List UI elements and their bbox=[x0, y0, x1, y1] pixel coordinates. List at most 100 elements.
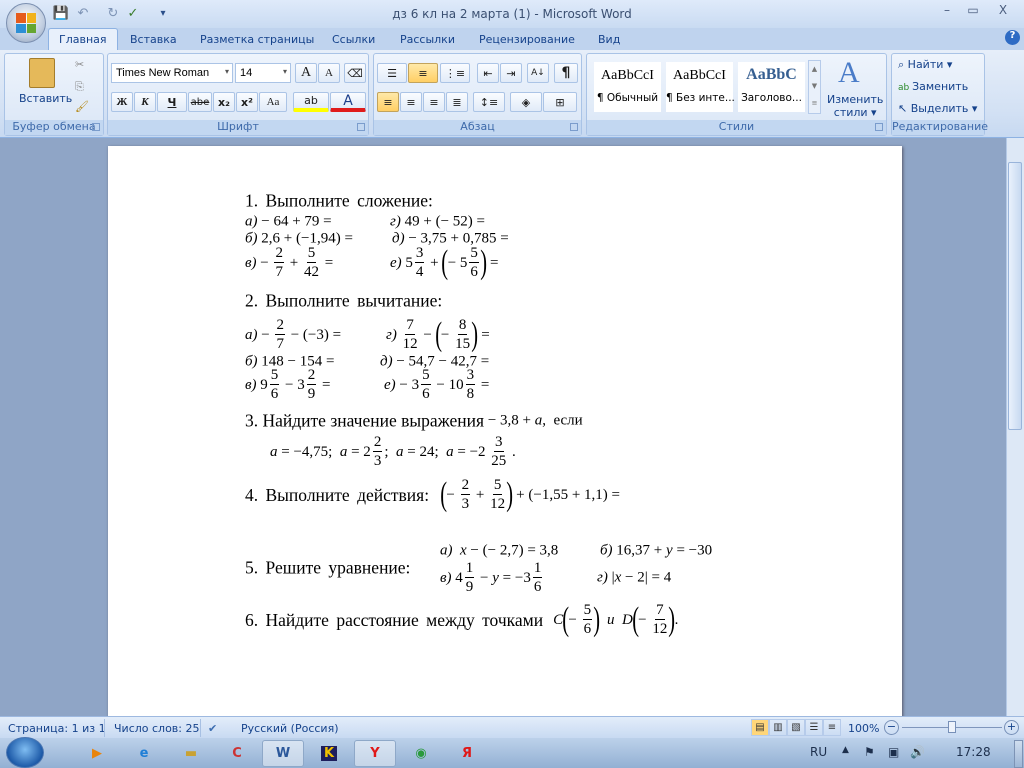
volume-icon[interactable]: 🔊 bbox=[910, 745, 925, 759]
align-right-button[interactable]: ≡ bbox=[423, 92, 445, 112]
fraction: 3 25 bbox=[491, 435, 506, 469]
select-button[interactable]: ↖ Выделить ▾ bbox=[898, 102, 977, 115]
numbering-button[interactable]: ≡ bbox=[408, 63, 438, 83]
math-text: − (−3) = bbox=[286, 326, 342, 343]
clock[interactable]: 17:28 bbox=[956, 745, 991, 759]
borders-button[interactable]: ⊞ bbox=[543, 92, 577, 112]
word-count[interactable]: Число слов: 25 bbox=[114, 722, 200, 735]
math-expression: а) − 64 + 79 = bbox=[245, 214, 332, 231]
justify-button[interactable]: ≣ bbox=[446, 92, 468, 112]
format-painter-icon[interactable]: 🖌 bbox=[75, 100, 89, 113]
align-center-button[interactable]: ≡ bbox=[400, 92, 422, 112]
underline-button[interactable]: Ч bbox=[157, 92, 187, 112]
tab-references[interactable]: Ссылки bbox=[332, 31, 375, 50]
show-formatting-button[interactable]: ¶ bbox=[554, 63, 578, 83]
bullets-button[interactable]: ☰ bbox=[377, 63, 407, 83]
shrink-font-button[interactable]: A bbox=[318, 63, 340, 83]
strikethrough-button[interactable]: abe bbox=[188, 92, 212, 112]
network-icon[interactable]: ▣ bbox=[888, 745, 899, 759]
help-icon[interactable]: ? bbox=[1005, 30, 1020, 45]
media-player-icon[interactable]: ▶ bbox=[76, 740, 118, 767]
internet-explorer-icon[interactable]: e bbox=[123, 740, 165, 767]
chrome-icon[interactable]: ◉ bbox=[400, 740, 442, 767]
font-family-select[interactable]: Times New Roman ▾ bbox=[111, 63, 233, 83]
maximize-button[interactable]: ▭ bbox=[960, 3, 986, 21]
tab-mailings[interactable]: Рассылки bbox=[400, 31, 455, 50]
tab-home[interactable]: Главная bbox=[48, 28, 118, 51]
font-size-select[interactable]: 14 ▾ bbox=[235, 63, 291, 83]
multilevel-list-button[interactable]: ⋮≡ bbox=[440, 63, 470, 83]
ccleaner-icon[interactable]: C bbox=[216, 740, 258, 767]
highlight-button[interactable]: ab bbox=[293, 92, 329, 112]
zoom-level[interactable]: 100% bbox=[848, 722, 879, 735]
dialog-launcher-icon[interactable] bbox=[570, 123, 578, 131]
zoom-slider-thumb[interactable] bbox=[948, 721, 956, 733]
fraction: 34 bbox=[414, 246, 425, 280]
tab-page-layout[interactable]: Разметка страницы bbox=[200, 31, 314, 50]
draft-button[interactable]: ≡ bbox=[823, 719, 841, 736]
math-text: = −3 bbox=[498, 569, 531, 586]
superscript-button[interactable]: x² bbox=[236, 92, 258, 112]
close-button[interactable]: X bbox=[990, 3, 1016, 21]
web-layout-button[interactable]: ▧ bbox=[787, 719, 805, 736]
show-hidden-icons[interactable]: ▲ bbox=[842, 745, 849, 755]
style-heading-1[interactable]: AaBbC Заголово... bbox=[738, 62, 805, 112]
styles-scroll[interactable]: ▲ ▼ ≡ bbox=[808, 60, 821, 114]
paste-button[interactable]: Вставить bbox=[19, 92, 72, 105]
cut-icon[interactable]: ✂ bbox=[75, 58, 84, 71]
sort-button[interactable]: A↓ bbox=[527, 63, 549, 83]
zoom-in-icon[interactable]: + bbox=[1004, 720, 1019, 735]
outline-button[interactable]: ☰ bbox=[805, 719, 823, 736]
font-color-button[interactable]: A bbox=[330, 92, 366, 112]
math-text: 5 bbox=[405, 254, 413, 271]
word-taskbar-icon[interactable]: W bbox=[262, 740, 304, 767]
math-text: . bbox=[508, 443, 516, 460]
input-language[interactable]: RU bbox=[810, 745, 827, 759]
style-no-spacing[interactable]: AaBbCcI ¶ Без инте... bbox=[666, 62, 735, 112]
scrollbar-thumb[interactable] bbox=[1008, 162, 1022, 430]
yandex-browser-icon[interactable]: Y bbox=[354, 740, 396, 767]
style-normal[interactable]: AaBbCcI ¶ Обычный bbox=[594, 62, 661, 112]
tab-view[interactable]: Вид bbox=[598, 31, 620, 50]
document-page[interactable]: 1. Выполните сложение: а) − 64 + 79 = г)… bbox=[108, 146, 902, 716]
explorer-icon[interactable]: ▬ bbox=[170, 740, 212, 767]
decrease-indent-button[interactable]: ⇤ bbox=[477, 63, 499, 83]
bold-button[interactable]: Ж bbox=[111, 92, 133, 112]
minimize-button[interactable]: – bbox=[934, 3, 960, 21]
yandex-icon[interactable]: Я bbox=[446, 740, 488, 767]
show-desktop-button[interactable] bbox=[1014, 740, 1023, 768]
math-italic: г) bbox=[386, 326, 401, 343]
tab-insert[interactable]: Вставка bbox=[130, 31, 177, 50]
full-screen-reading-button[interactable]: ▥ bbox=[769, 719, 787, 736]
action-center-flag-icon[interactable]: ⚑ bbox=[864, 745, 875, 759]
zoom-out-icon[interactable]: − bbox=[884, 720, 899, 735]
dialog-launcher-icon[interactable] bbox=[357, 123, 365, 131]
proofing-icon[interactable]: ✔ bbox=[208, 722, 217, 735]
increase-indent-button[interactable]: ⇥ bbox=[500, 63, 522, 83]
numerator: 7 bbox=[405, 317, 415, 335]
italic-button[interactable]: К bbox=[134, 92, 156, 112]
grow-font-button[interactable]: A bbox=[295, 63, 317, 83]
dialog-launcher-icon[interactable] bbox=[875, 123, 883, 131]
replace-button[interactable]: ab Заменить bbox=[898, 80, 968, 93]
align-left-button[interactable]: ≡ bbox=[377, 92, 399, 112]
tab-review[interactable]: Рецензирование bbox=[479, 31, 575, 50]
page-count[interactable]: Страница: 1 из 1 bbox=[8, 722, 106, 735]
subscript-button[interactable]: x₂ bbox=[213, 92, 235, 112]
shading-button[interactable]: ◈ bbox=[510, 92, 542, 112]
numerator: 5 bbox=[306, 245, 317, 263]
find-button[interactable]: ⌕ Найти ▾ bbox=[898, 58, 952, 72]
line-spacing-button[interactable]: ↕≡ bbox=[473, 92, 505, 112]
change-case-button[interactable]: Aa bbox=[259, 92, 287, 112]
paste-icon[interactable] bbox=[29, 58, 55, 88]
clear-formatting-button[interactable]: ⌫ bbox=[344, 63, 366, 83]
change-styles-button[interactable]: Изменить стили ▾ bbox=[827, 93, 883, 119]
start-button[interactable] bbox=[6, 737, 44, 768]
print-layout-button[interactable]: ▤ bbox=[751, 719, 769, 736]
office-button[interactable] bbox=[6, 3, 46, 43]
dialog-launcher-icon[interactable] bbox=[92, 123, 100, 131]
language-indicator[interactable]: Русский (Россия) bbox=[241, 722, 339, 735]
copy-icon[interactable]: ⎘ bbox=[75, 80, 84, 94]
denominator: 25 bbox=[491, 453, 507, 469]
k-app-icon[interactable]: K bbox=[308, 740, 350, 767]
